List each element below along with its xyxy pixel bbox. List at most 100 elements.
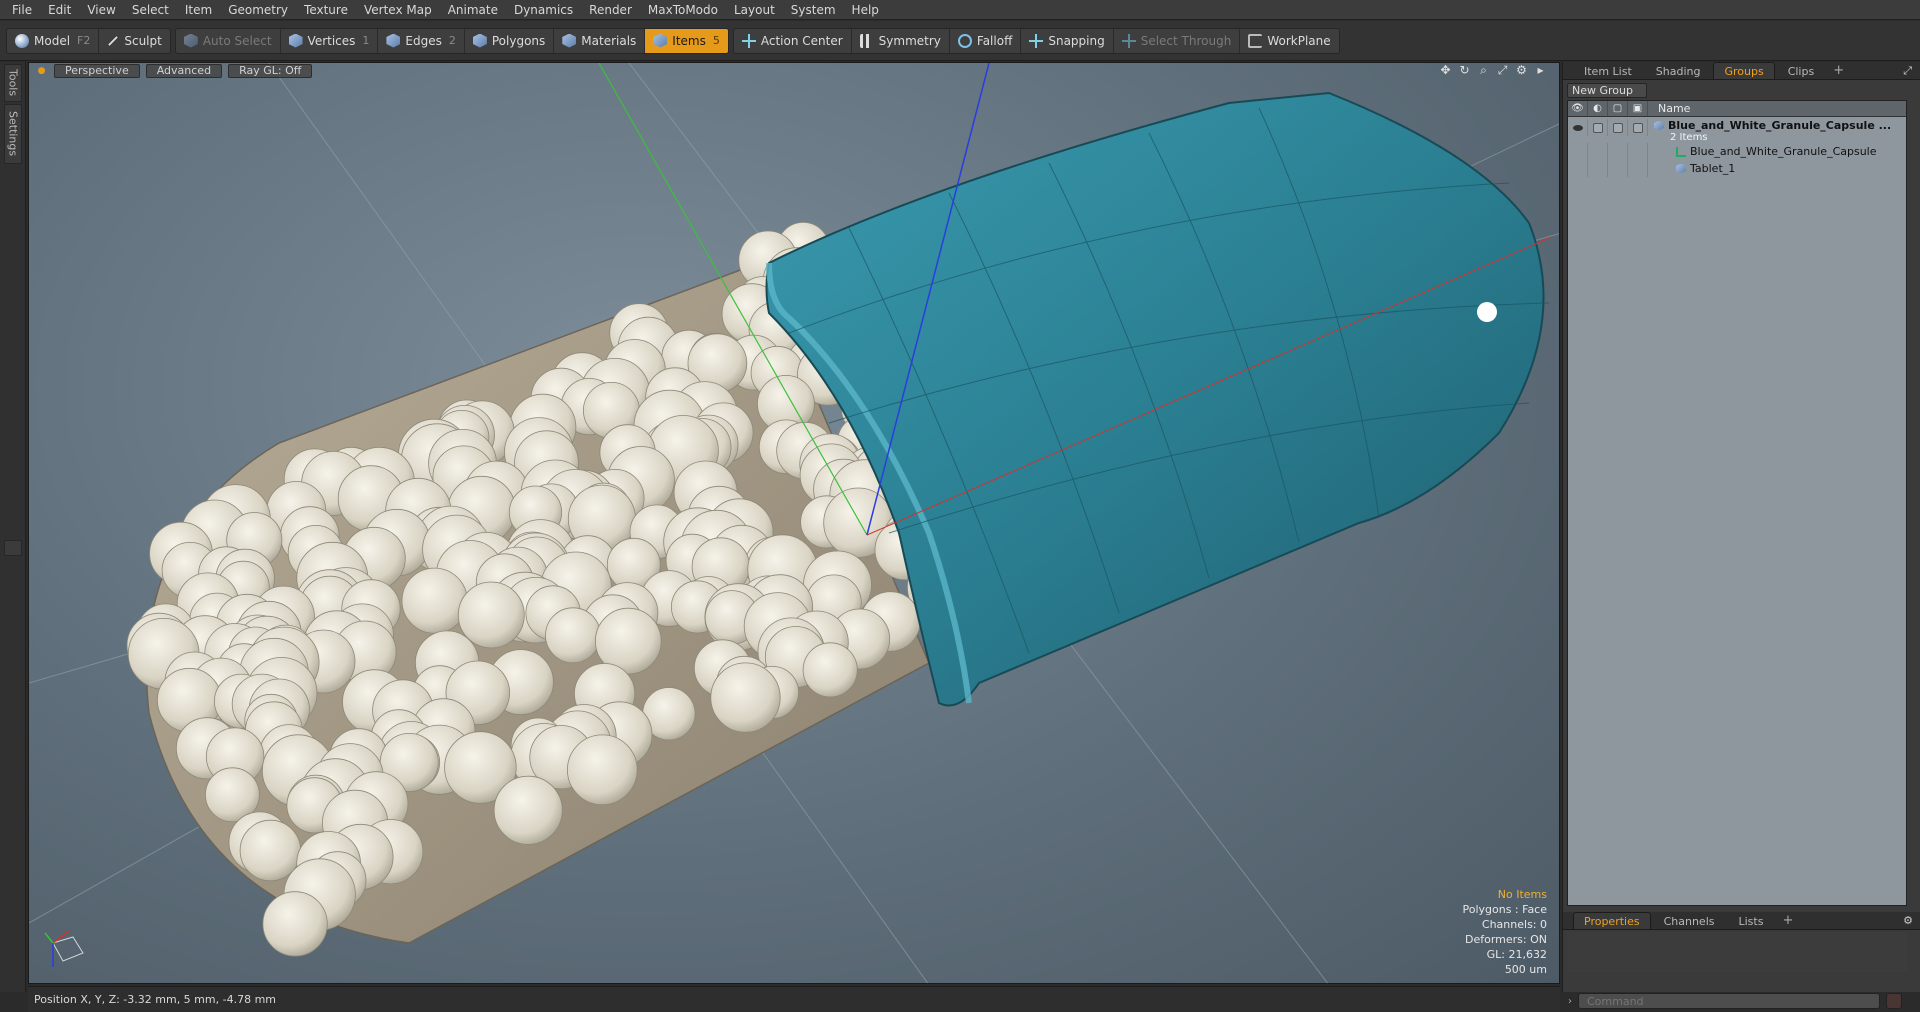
sculpt-button[interactable]: Sculpt (99, 29, 169, 53)
selection-info: No Items (1497, 888, 1547, 901)
symmetry-icon (859, 33, 874, 48)
vertices-button[interactable]: Vertices 1 (281, 28, 379, 53)
viewport-menu-icon[interactable]: ● (35, 65, 48, 78)
lock-column-icon[interactable]: ▢ (1608, 101, 1628, 116)
mode-group: Model F2 Sculpt (6, 27, 171, 54)
add-bottom-tab-icon[interactable]: + (1776, 913, 1799, 928)
scale-info: 500 um (1504, 963, 1547, 976)
menu-select[interactable]: Select (124, 0, 177, 20)
menu-edit[interactable]: Edit (40, 0, 79, 20)
menu-render[interactable]: Render (581, 0, 640, 20)
capsule-mesh-item: Blue_and_White_Granule_Capsule (1648, 145, 1877, 158)
edges-icon (386, 33, 401, 48)
shading-mode-dropdown[interactable]: Advanced (145, 64, 223, 78)
tab-shading[interactable]: Shading (1645, 62, 1712, 79)
right-panel: Item List Shading Groups Clips + ⤢ New G… (1562, 62, 1920, 992)
strip-toggle-button[interactable] (4, 540, 22, 556)
menu-item[interactable]: Item (177, 0, 220, 20)
tab-clips[interactable]: Clips (1777, 62, 1826, 79)
materials-icon (562, 33, 577, 48)
menu-maxtomodo[interactable]: MaxToModo (640, 0, 726, 20)
workplane-button[interactable]: WorkPlane (1240, 29, 1338, 53)
menu-file[interactable]: File (4, 0, 40, 20)
model-button[interactable]: Model F2 (7, 28, 100, 53)
tree-row-tablet[interactable]: Tablet_1 (1568, 160, 1906, 177)
3d-viewport[interactable]: ● Perspective Advanced Ray GL: Off ✥ ↻ ⌕… (28, 62, 1560, 984)
groups-tree: 👁 ◐ ▢ ▣ Name Blue_and_White_Granule_Caps… (1567, 100, 1907, 906)
workplane-icon (1248, 33, 1263, 48)
menu-vertex-map[interactable]: Vertex Map (356, 0, 440, 20)
group-render-toggle[interactable] (1588, 119, 1608, 136)
granule-sphere (802, 642, 858, 698)
action-center-button[interactable]: Action Center (734, 28, 852, 53)
top-panel-tabs: Item List Shading Groups Clips + ⤢ (1563, 62, 1920, 80)
visibility-column-icon[interactable]: 👁 (1568, 101, 1588, 116)
settings-tab[interactable]: Settings (4, 104, 22, 164)
polygons-label: Polygons (491, 33, 546, 48)
specular-highlight (1477, 302, 1497, 322)
tablet-label: Tablet_1 (1690, 162, 1736, 175)
add-tab-icon[interactable]: + (1827, 63, 1850, 78)
menu-animate[interactable]: Animate (440, 0, 506, 20)
tab-properties[interactable]: Properties (1573, 912, 1651, 929)
edges-button[interactable]: Edges 2 (378, 28, 465, 53)
items-button[interactable]: Items 5 (645, 28, 728, 53)
raygl-toggle[interactable]: Ray GL: Off (228, 64, 313, 78)
zoom-icon[interactable]: ⌕ (1477, 64, 1490, 77)
new-group-button[interactable]: New Group (1567, 83, 1647, 98)
menu-texture[interactable]: Texture (296, 0, 356, 20)
brush-icon (108, 35, 119, 46)
menu-layout[interactable]: Layout (726, 0, 783, 20)
menu-system[interactable]: System (783, 0, 844, 20)
status-bar: Position X, Y, Z: -3.32 mm, 5 mm, -4.78 … (28, 986, 1560, 1012)
menu-dynamics[interactable]: Dynamics (506, 0, 581, 20)
render-column-icon[interactable]: ◐ (1588, 101, 1608, 116)
group-visibility-toggle[interactable] (1568, 119, 1588, 136)
model-label: Model (34, 33, 71, 48)
gear-icon[interactable]: ⚙ (1515, 64, 1528, 77)
pan-icon[interactable]: ✥ (1439, 64, 1452, 77)
bottom-panel-gear-icon[interactable]: ⚙ (1903, 914, 1913, 927)
viewport-nav-icons: ✥ ↻ ⌕ ⤢ ⚙ ▸ (1439, 64, 1547, 77)
polygons-button[interactable]: Polygons (465, 28, 555, 53)
command-arrow-icon: › (1568, 995, 1572, 1007)
maximize-icon[interactable]: ⤢ (1496, 64, 1509, 77)
tree-row-group[interactable]: Blue_and_White_Granule_Capsule ... 2 Ite… (1568, 117, 1906, 143)
tools-tab[interactable]: Tools (4, 64, 22, 102)
snapping-button[interactable]: Snapping (1021, 28, 1114, 53)
command-input[interactable] (1578, 993, 1880, 1009)
tab-item-list[interactable]: Item List (1573, 62, 1643, 79)
tablet-item-icon (1676, 163, 1686, 174)
tab-lists[interactable]: Lists (1728, 912, 1775, 929)
falloff-label: Falloff (976, 33, 1013, 48)
tab-channels[interactable]: Channels (1653, 912, 1726, 929)
action-center-icon (741, 33, 756, 48)
channels-info: Channels: 0 (1481, 918, 1547, 931)
group-lock-toggle[interactable] (1608, 119, 1628, 136)
tree-row-capsule-mesh[interactable]: Blue_and_White_Granule_Capsule (1568, 143, 1906, 160)
items-key: 5 (712, 34, 720, 47)
select-column-icon[interactable]: ▣ (1628, 101, 1648, 116)
name-column-header[interactable]: Name (1648, 101, 1690, 116)
play-arrow-icon[interactable]: ▸ (1534, 64, 1547, 77)
expand-panel-icon[interactable]: ⤢ (1903, 64, 1912, 78)
command-bar: › (1562, 990, 1920, 1012)
granule-sphere (566, 734, 638, 806)
edges-label: Edges (405, 33, 442, 48)
select-through-button[interactable]: Select Through (1114, 28, 1241, 53)
group-select-toggle[interactable] (1628, 119, 1648, 136)
symmetry-button[interactable]: Symmetry (852, 28, 950, 53)
materials-button[interactable]: Materials (554, 28, 646, 53)
menu-geometry[interactable]: Geometry (220, 0, 296, 20)
falloff-button[interactable]: Falloff (950, 28, 1022, 53)
menu-view[interactable]: View (79, 0, 123, 20)
tool-options-group: Action Center Symmetry Falloff Snapping … (732, 27, 1340, 54)
rotate-icon[interactable]: ↻ (1458, 64, 1471, 77)
auto-select-button[interactable]: Auto Select (176, 28, 281, 53)
orientation-gizmo-icon (44, 930, 84, 967)
view-mode-dropdown[interactable]: Perspective (54, 64, 140, 78)
menu-help[interactable]: Help (844, 0, 887, 20)
tab-groups[interactable]: Groups (1713, 62, 1775, 79)
items-label: Items (672, 33, 706, 48)
command-history-button[interactable] (1886, 993, 1902, 1009)
